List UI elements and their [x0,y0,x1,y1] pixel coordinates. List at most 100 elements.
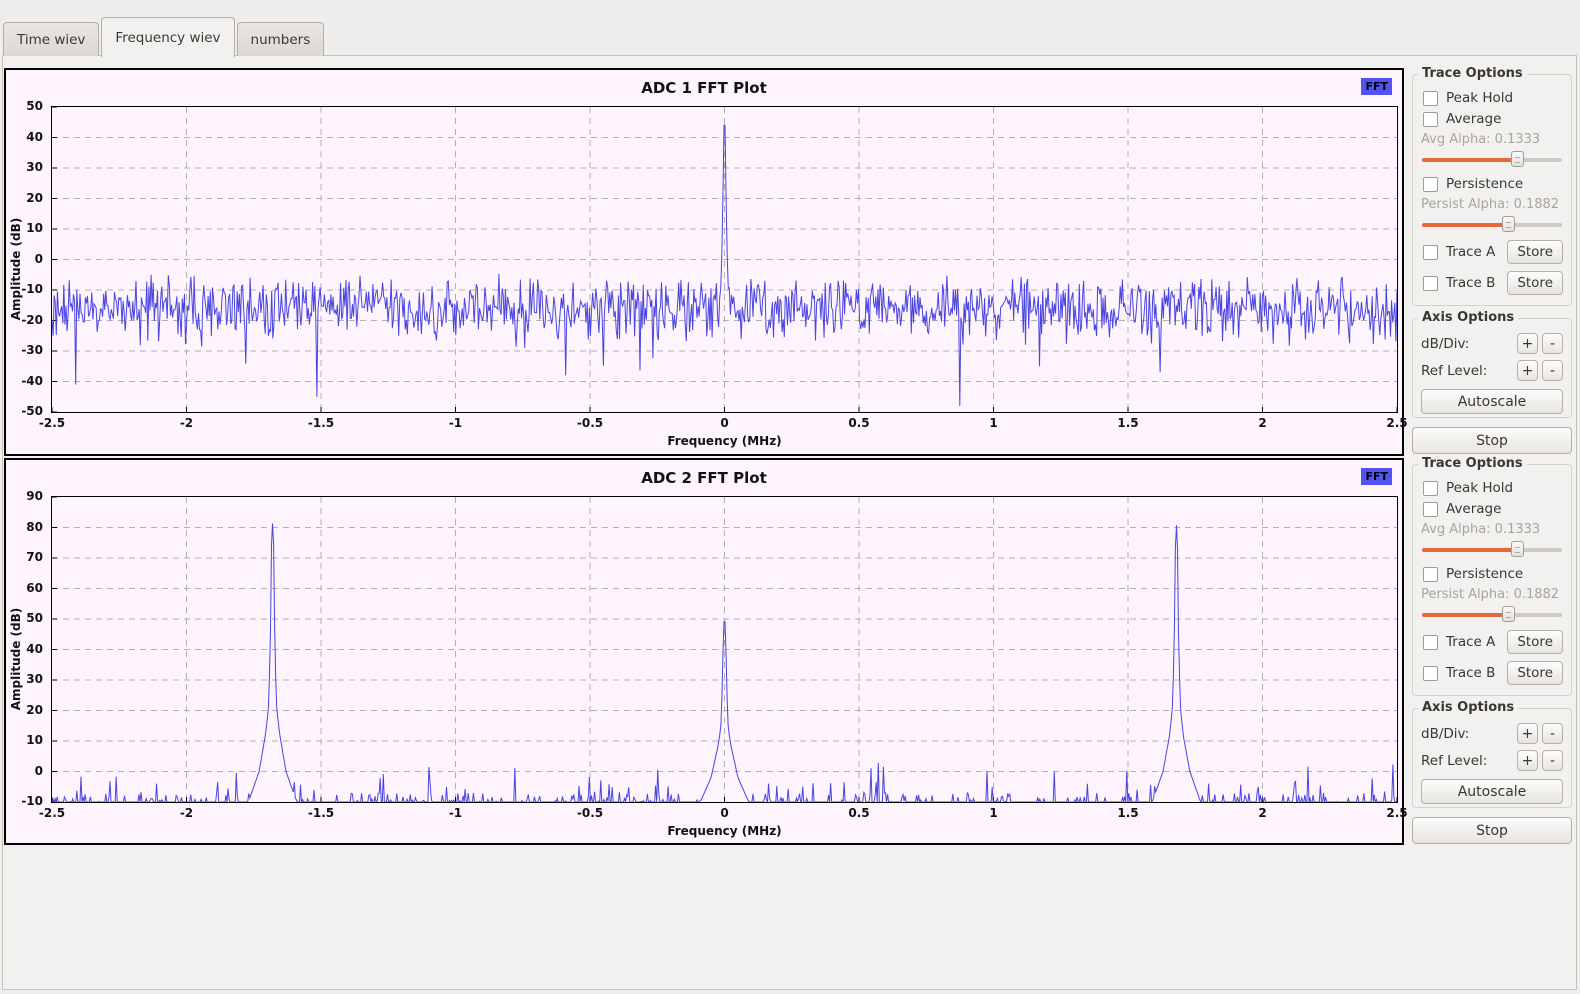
persist-alpha-slider[interactable] [1422,215,1562,233]
db-div-decrease-button[interactable]: - [1542,333,1563,354]
x-tick-label: 1.5 [1117,416,1138,430]
db-div-increase-button[interactable]: + [1517,723,1538,744]
y-tick-label: 10 [6,221,47,235]
adc2-plot-axes [51,496,1398,803]
y-tick-label: -40 [6,374,47,388]
y-tick-label: 50 [6,611,47,625]
fft-badge: FFT [1361,468,1392,485]
persistence-checkbox[interactable] [1423,177,1438,192]
adc2-control-panel: Trace Options Peak Hold Average Avg Alph… [1410,458,1574,845]
x-tick-label: -2 [180,416,193,430]
average-checkbox[interactable] [1423,112,1438,127]
plot-title: ADC 2 FFT Plot [6,469,1402,487]
x-tick-label: 1 [989,416,997,430]
avg-alpha-slider[interactable] [1422,540,1562,558]
axis-options-legend: Axis Options [1418,700,1518,715]
stop-button[interactable]: Stop [1412,427,1572,454]
y-tick-label: 60 [6,581,47,595]
peak-hold-checkbox[interactable] [1423,481,1438,496]
trace-b-label: Trace B [1446,275,1495,291]
db-div-label: dB/Div: [1421,726,1469,742]
store-trace-b-button[interactable]: Store [1507,271,1563,295]
axis-options-legend: Axis Options [1418,310,1518,325]
db-div-decrease-button[interactable]: - [1542,723,1563,744]
peak-hold-label: Peak Hold [1446,90,1513,106]
x-axis-label: Frequency (MHz) [52,434,1397,448]
peak-hold-label: Peak Hold [1446,480,1513,496]
y-tick-label: 40 [6,642,47,656]
trace-b-checkbox[interactable] [1423,276,1438,291]
y-tick-label: 30 [6,160,47,174]
persistence-label: Persistence [1446,566,1523,582]
persistence-label: Persistence [1446,176,1523,192]
store-trace-b-button[interactable]: Store [1507,661,1563,685]
slider-thumb[interactable] [1502,216,1515,232]
ref-level-increase-button[interactable]: + [1517,360,1538,381]
x-tick-labels: -2.5-2-1.5-1-0.500.511.522.5 [52,806,1397,822]
persist-alpha-slider[interactable] [1422,605,1562,623]
adc1-control-panel: Trace Options Peak Hold Average Avg Alph… [1410,68,1574,456]
x-tick-label: -1.5 [308,806,334,820]
ref-level-decrease-button[interactable]: - [1542,750,1563,771]
x-tick-label: 2.5 [1386,806,1407,820]
x-tick-label: -0.5 [577,806,603,820]
tab-frequency-view[interactable]: Frequency wiev [101,17,234,57]
y-tick-label: 80 [6,520,47,534]
view-tabbar: Time wiev Frequency wiev numbers [3,16,326,56]
persistence-checkbox[interactable] [1423,567,1438,582]
x-tick-label: 2 [1258,416,1266,430]
trace-a-checkbox[interactable] [1423,635,1438,650]
adc1-section: ADC 1 FFT Plot FFT Amplitude (dB) 504030… [4,68,1576,456]
x-axis-label: Frequency (MHz) [52,824,1397,838]
adc1-plot-frame: ADC 1 FFT Plot FFT Amplitude (dB) 504030… [4,68,1404,456]
plot-title: ADC 1 FFT Plot [6,79,1402,97]
ref-level-increase-button[interactable]: + [1517,750,1538,771]
x-tick-label: -0.5 [577,416,603,430]
trace-a-label: Trace A [1446,634,1495,650]
slider-thumb[interactable] [1511,541,1524,557]
fft-badge: FFT [1361,78,1392,95]
y-tick-labels: 50403020100-10-20-30-40-50 [6,107,47,412]
adc2-section: ADC 2 FFT Plot FFT Amplitude (dB) 908070… [4,458,1576,845]
y-tick-label: 0 [6,764,47,778]
autoscale-button[interactable]: Autoscale [1421,779,1563,804]
y-tick-labels: 9080706050403020100-10 [6,497,47,802]
x-tick-label: 2.5 [1386,416,1407,430]
trace-a-checkbox[interactable] [1423,245,1438,260]
avg-alpha-slider[interactable] [1422,150,1562,168]
x-tick-label: 0 [720,806,728,820]
y-tick-label: -10 [6,282,47,296]
tab-numbers[interactable]: numbers [237,22,325,56]
y-tick-label: -20 [6,313,47,327]
average-label: Average [1446,501,1501,517]
tab-time-view[interactable]: Time wiev [3,22,99,56]
adc2-plot-canvas [52,497,1397,802]
slider-thumb[interactable] [1511,151,1524,167]
x-tick-label: -1 [449,806,462,820]
db-div-increase-button[interactable]: + [1517,333,1538,354]
y-tick-label: 70 [6,550,47,564]
store-trace-a-button[interactable]: Store [1507,630,1563,654]
trace-options-group: Trace Options Peak Hold Average Avg Alph… [1412,464,1572,696]
adc1-plot-canvas [52,107,1397,412]
x-tick-label: 0.5 [848,416,869,430]
trace-a-label: Trace A [1446,244,1495,260]
axis-options-group: Axis Options dB/Div: +- Ref Level: +- Au… [1412,708,1572,808]
avg-alpha-label: Avg Alpha: 0.1333 [1421,132,1563,147]
trace-options-legend: Trace Options [1418,456,1527,471]
autoscale-button[interactable]: Autoscale [1421,389,1563,414]
trace-options-legend: Trace Options [1418,66,1527,81]
y-tick-label: 0 [6,252,47,266]
stop-button[interactable]: Stop [1412,817,1572,844]
trace-b-checkbox[interactable] [1423,666,1438,681]
peak-hold-checkbox[interactable] [1423,91,1438,106]
ref-level-decrease-button[interactable]: - [1542,360,1563,381]
x-tick-label: -1.5 [308,416,334,430]
store-trace-a-button[interactable]: Store [1507,240,1563,264]
x-tick-label: 0 [720,416,728,430]
x-tick-label: -2 [180,806,193,820]
average-checkbox[interactable] [1423,502,1438,517]
avg-alpha-label: Avg Alpha: 0.1333 [1421,522,1563,537]
x-tick-label: -2.5 [39,806,65,820]
slider-thumb[interactable] [1502,606,1515,622]
